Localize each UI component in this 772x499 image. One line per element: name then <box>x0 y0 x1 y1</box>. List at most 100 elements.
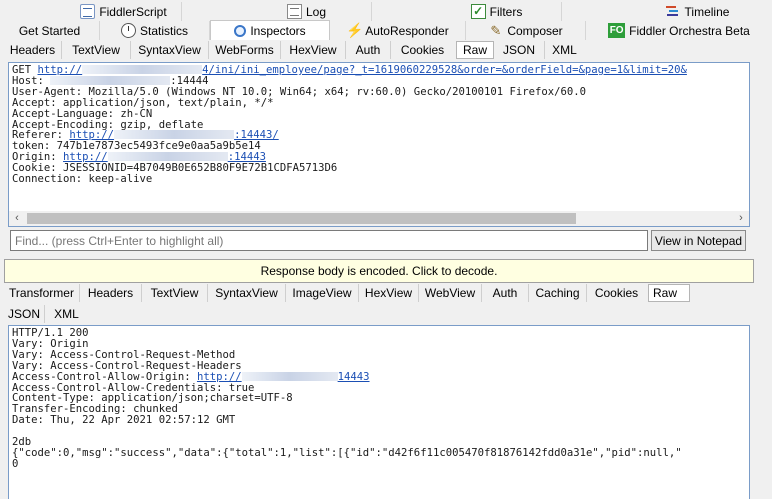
request-tab-xml[interactable]: XML <box>544 40 584 59</box>
tab-label: Filters <box>489 4 523 19</box>
log-icon <box>286 4 302 19</box>
response-tab-raw[interactable]: Raw <box>648 283 690 302</box>
request-tab-webforms[interactable]: WebForms <box>208 40 280 59</box>
tab-label: Auth <box>355 42 381 57</box>
tab-label: Fiddler Orchestra Beta <box>629 23 750 38</box>
response-body-line: {"code":0,"msg":"success","data":{"total… <box>12 446 682 459</box>
tab-label: Caching <box>535 285 580 300</box>
tab-composer[interactable]: ✎ Composer <box>466 21 586 40</box>
tab-label: Transformer <box>9 285 74 300</box>
tab-label: AutoResponder <box>365 23 449 38</box>
request-tab-raw[interactable]: Raw <box>456 40 494 59</box>
tab-label: Headers <box>87 285 134 300</box>
decode-banner[interactable]: Response body is encoded. Click to decod… <box>4 259 754 283</box>
response-tab-caching[interactable]: Caching <box>528 283 586 302</box>
tab-filters[interactable]: ✓ Filters <box>372 2 562 21</box>
tab-label: HexView <box>289 42 337 57</box>
request-raw-text[interactable]: GET http://4/ini/ini_employee/page?_t=16… <box>9 63 749 185</box>
redacted-host <box>107 152 228 162</box>
tab-label: XML <box>54 306 79 321</box>
tab-fiddler-orchestra[interactable]: FO Fiddler Orchestra Beta <box>586 21 772 40</box>
tab-label: TextView <box>150 285 199 300</box>
request-tab-textview[interactable]: TextView <box>61 40 130 59</box>
request-raw-pane[interactable]: GET http://4/ini/ini_employee/page?_t=16… <box>8 62 750 212</box>
tab-label: Raw <box>653 285 678 300</box>
scrollbar-thumb[interactable] <box>27 213 576 224</box>
tab-log[interactable]: Log <box>182 2 372 21</box>
tab-label: Headers <box>9 42 56 57</box>
redacted-host <box>241 371 338 381</box>
top-tab-row: FiddlerScript Log ✓ Filters Timeline <box>0 2 770 21</box>
tab-statistics[interactable]: Statistics <box>100 21 210 40</box>
request-tab-json[interactable]: JSON <box>494 41 544 59</box>
tab-label: SyntaxView <box>138 42 201 57</box>
chunk-end-line: 0 <box>12 457 19 470</box>
pencil-icon: ✎ <box>490 23 502 38</box>
main-tab-row: Get Started Statistics Inspectors ⚡ Auto… <box>0 20 772 40</box>
response-tab-auth[interactable]: Auth <box>481 283 528 302</box>
response-tab-transformer[interactable]: Transformer <box>4 284 79 302</box>
url-port: 14443 <box>337 370 370 383</box>
response-raw-text[interactable]: HTTP/1.1 200 Vary: Origin Vary: Access-C… <box>9 326 749 470</box>
tab-label: Timeline <box>684 4 730 19</box>
stopwatch-icon <box>120 23 136 38</box>
tab-label: WebView <box>424 285 476 300</box>
filters-check-icon: ✓ <box>470 4 486 19</box>
view-in-notepad-button[interactable]: View in Notepad <box>651 230 746 251</box>
request-tab-syntaxview[interactable]: SyntaxView <box>130 40 208 59</box>
scroll-right-icon[interactable]: › <box>733 211 749 226</box>
find-input[interactable]: Find... (press Ctrl+Enter to highlight a… <box>10 230 648 251</box>
request-tab-auth[interactable]: Auth <box>345 40 390 59</box>
timeline-icon <box>665 4 681 19</box>
redacted-host <box>82 65 203 74</box>
redacted-host <box>114 130 235 140</box>
response-tab-xml[interactable]: XML <box>44 304 88 323</box>
tab-label: XML <box>552 42 577 57</box>
connection-line: Connection: keep-alive <box>12 173 153 186</box>
tab-label: Cookies <box>594 285 639 300</box>
tab-get-started[interactable]: Get Started <box>0 21 100 40</box>
tab-inspectors[interactable]: Inspectors <box>210 20 330 40</box>
request-tab-hexview[interactable]: HexView <box>280 40 345 59</box>
tab-label: Statistics <box>139 23 188 38</box>
tab-label: JSON <box>502 42 535 57</box>
request-tab-cookies[interactable]: Cookies <box>390 40 454 59</box>
tab-label: Inspectors <box>250 23 306 38</box>
response-tab-imageview[interactable]: ImageView <box>285 283 358 302</box>
tab-label: Raw <box>462 42 487 57</box>
response-tab-webview[interactable]: WebView <box>418 283 481 302</box>
request-tab-headers[interactable]: Headers <box>4 41 61 59</box>
response-tab-syntaxview[interactable]: SyntaxView <box>207 283 285 302</box>
response-tab-cookies[interactable]: Cookies <box>586 283 646 302</box>
tab-label: ImageView <box>292 285 352 300</box>
tab-label: Cookies <box>400 42 445 57</box>
tab-label: Composer <box>507 23 563 38</box>
response-raw-pane[interactable]: HTTP/1.1 200 Vary: Origin Vary: Access-C… <box>8 325 750 499</box>
response-tabs-row2: JSON XML <box>4 304 88 323</box>
inspector-icon <box>234 24 247 37</box>
scroll-left-icon[interactable]: ‹ <box>9 211 25 226</box>
request-url-link[interactable]: http://4/ini/ini_employee/page?_t=161906… <box>38 64 687 76</box>
tab-label: SyntaxView <box>215 285 278 300</box>
tab-timeline[interactable]: Timeline <box>562 2 770 21</box>
tab-label: Log <box>305 4 327 19</box>
tab-label: Get Started <box>18 23 81 38</box>
tab-label: Auth <box>492 285 518 300</box>
tab-label: FiddlerScript <box>99 4 167 19</box>
request-horizontal-scrollbar[interactable]: ‹ › <box>8 211 750 227</box>
script-icon <box>80 4 96 19</box>
date-line: Date: Thu, 22 Apr 2021 02:57:12 GMT <box>12 414 236 427</box>
request-tabs: Headers TextView SyntaxView WebForms Hex… <box>4 40 584 59</box>
tab-label: HexView <box>364 285 413 300</box>
fo-icon: FO <box>608 23 626 38</box>
response-tab-textview[interactable]: TextView <box>141 283 207 302</box>
lightning-icon: ⚡ <box>346 22 364 38</box>
response-tabs-row1: Transformer Headers TextView SyntaxView … <box>4 283 690 302</box>
tab-label: WebForms <box>215 42 274 57</box>
tab-fiddlerscript[interactable]: FiddlerScript <box>0 2 182 21</box>
redacted-host <box>50 75 171 85</box>
response-tab-json[interactable]: JSON <box>4 305 44 323</box>
tab-autoresponder[interactable]: ⚡ AutoResponder <box>330 21 466 40</box>
response-tab-headers[interactable]: Headers <box>79 283 141 302</box>
response-tab-hexview[interactable]: HexView <box>358 283 418 302</box>
